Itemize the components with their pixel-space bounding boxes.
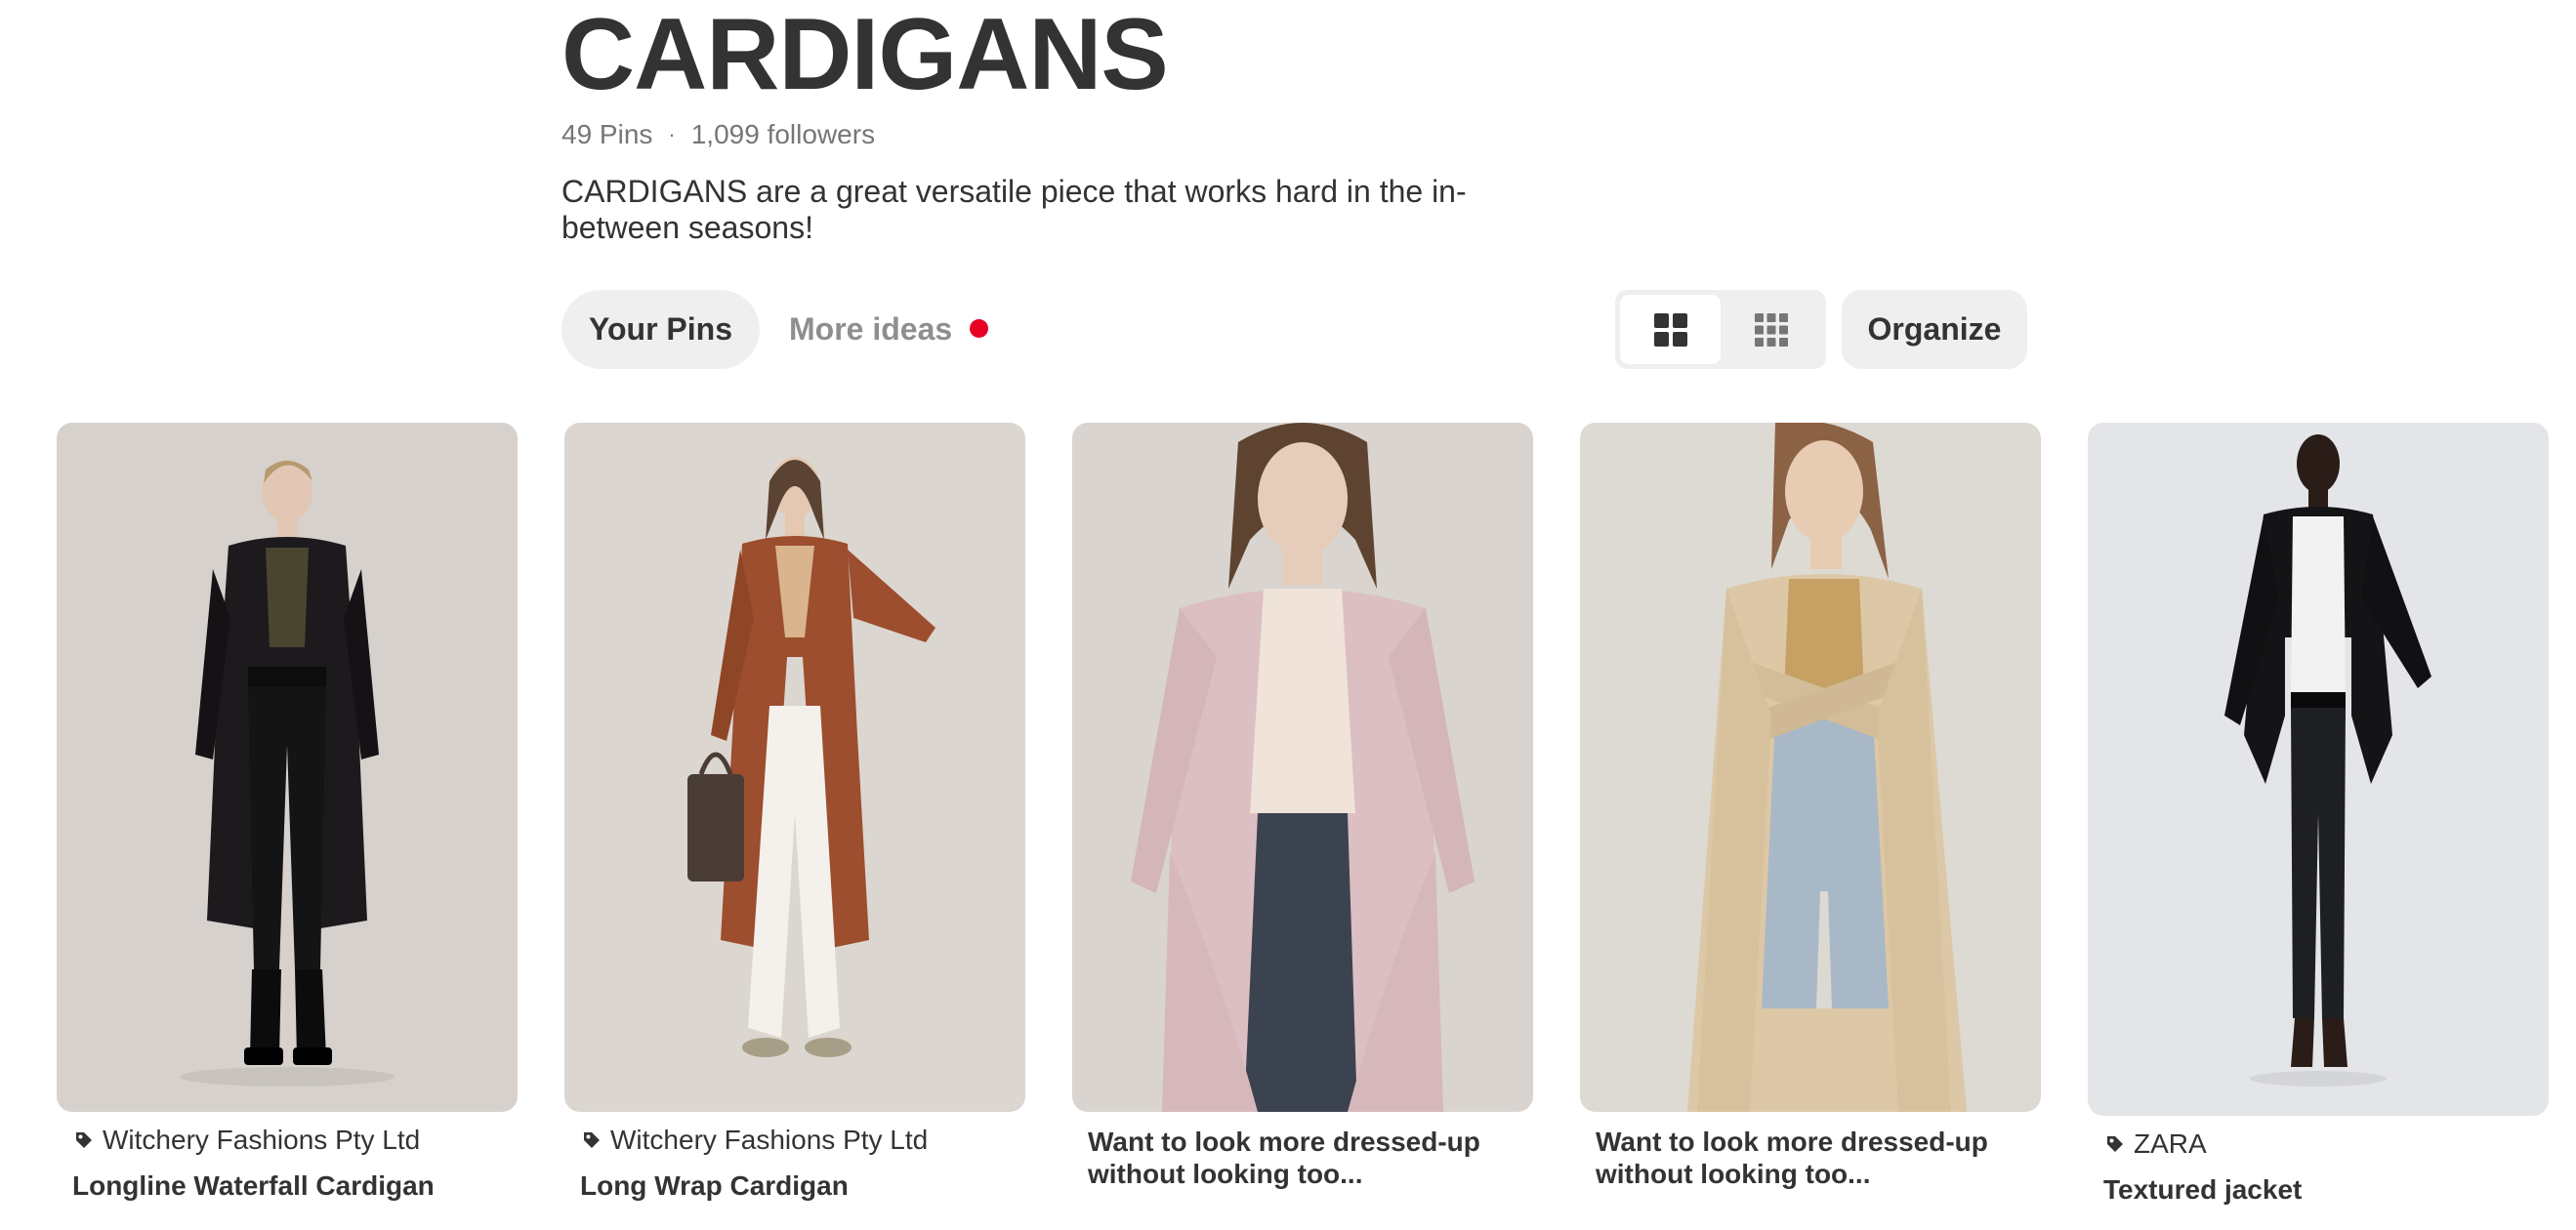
compact-view-button[interactable]: [1721, 295, 1821, 364]
view-toggle: [1615, 290, 1826, 369]
pin-source[interactable]: Witchery Fashions Pty Ltd: [72, 1125, 502, 1156]
pin-title[interactable]: Textured jacket: [2103, 1173, 2533, 1206]
pin-source-label: Witchery Fashions Pty Ltd: [610, 1125, 929, 1155]
pin-source-label: ZARA: [2134, 1128, 2207, 1159]
organize-button[interactable]: Organize: [1842, 290, 2027, 369]
grid-compact-icon: [1754, 312, 1788, 347]
pin-image-beige-long-cardigan[interactable]: [1580, 423, 2041, 1112]
pin-card[interactable]: ZARA Textured jacket: [2088, 423, 2549, 1206]
pin-info: ZARA Textured jacket: [2088, 1128, 2549, 1206]
notification-dot: [970, 319, 989, 338]
pin-source[interactable]: ZARA: [2103, 1128, 2533, 1160]
default-view-button[interactable]: [1620, 295, 1721, 364]
tag-icon: [76, 1132, 92, 1148]
pin-source-label: Witchery Fashions Pty Ltd: [103, 1125, 421, 1155]
pin-image-pink-waterfall-cardigan[interactable]: [1072, 423, 1533, 1112]
pin-card[interactable]: Want to look more dressed-up without loo…: [1580, 423, 2041, 1190]
pin-info: Want to look more dressed-up without loo…: [1580, 1126, 2041, 1190]
pin-source[interactable]: Witchery Fashions Pty Ltd: [580, 1125, 1010, 1156]
board-title: CARDIGANS: [561, 0, 1169, 111]
pin-info: Witchery Fashions Pty Ltd Longline Water…: [57, 1125, 518, 1202]
pin-card[interactable]: Want to look more dressed-up without loo…: [1072, 423, 1533, 1190]
tab-more-ideas-label: More ideas: [789, 311, 953, 347]
board-meta: 49 Pins · 1,099 followers: [561, 119, 875, 150]
pin-card[interactable]: Witchery Fashions Pty Ltd Long Wrap Card…: [564, 423, 1025, 1202]
pin-card[interactable]: Witchery Fashions Pty Ltd Longline Water…: [57, 423, 518, 1202]
grid-default-icon: [1653, 312, 1687, 347]
pin-title[interactable]: Want to look more dressed-up without loo…: [1088, 1126, 1517, 1190]
tag-icon: [2107, 1136, 2123, 1152]
pin-image-black-longline-cardigan[interactable]: [57, 423, 518, 1112]
pin-image-black-textured-jacket[interactable]: [2088, 423, 2549, 1116]
tag-icon: [584, 1132, 600, 1148]
pin-title[interactable]: Longline Waterfall Cardigan: [72, 1169, 502, 1202]
pin-image-rust-wrap-cardigan[interactable]: [564, 423, 1025, 1112]
meta-separator: ·: [668, 122, 676, 146]
pin-info: Witchery Fashions Pty Ltd Long Wrap Card…: [564, 1125, 1025, 1202]
pin-count: 49 Pins: [561, 119, 653, 149]
pin-info: Want to look more dressed-up without loo…: [1072, 1126, 1533, 1190]
board-description: CARDIGANS are a great versatile piece th…: [561, 174, 1467, 245]
followers-count[interactable]: 1,099 followers: [691, 119, 875, 150]
tab-your-pins[interactable]: Your Pins: [561, 290, 760, 369]
pin-title[interactable]: Long Wrap Cardigan: [580, 1169, 1010, 1202]
tab-more-ideas[interactable]: More ideas: [789, 290, 989, 369]
pin-title[interactable]: Want to look more dressed-up without loo…: [1596, 1126, 2025, 1190]
